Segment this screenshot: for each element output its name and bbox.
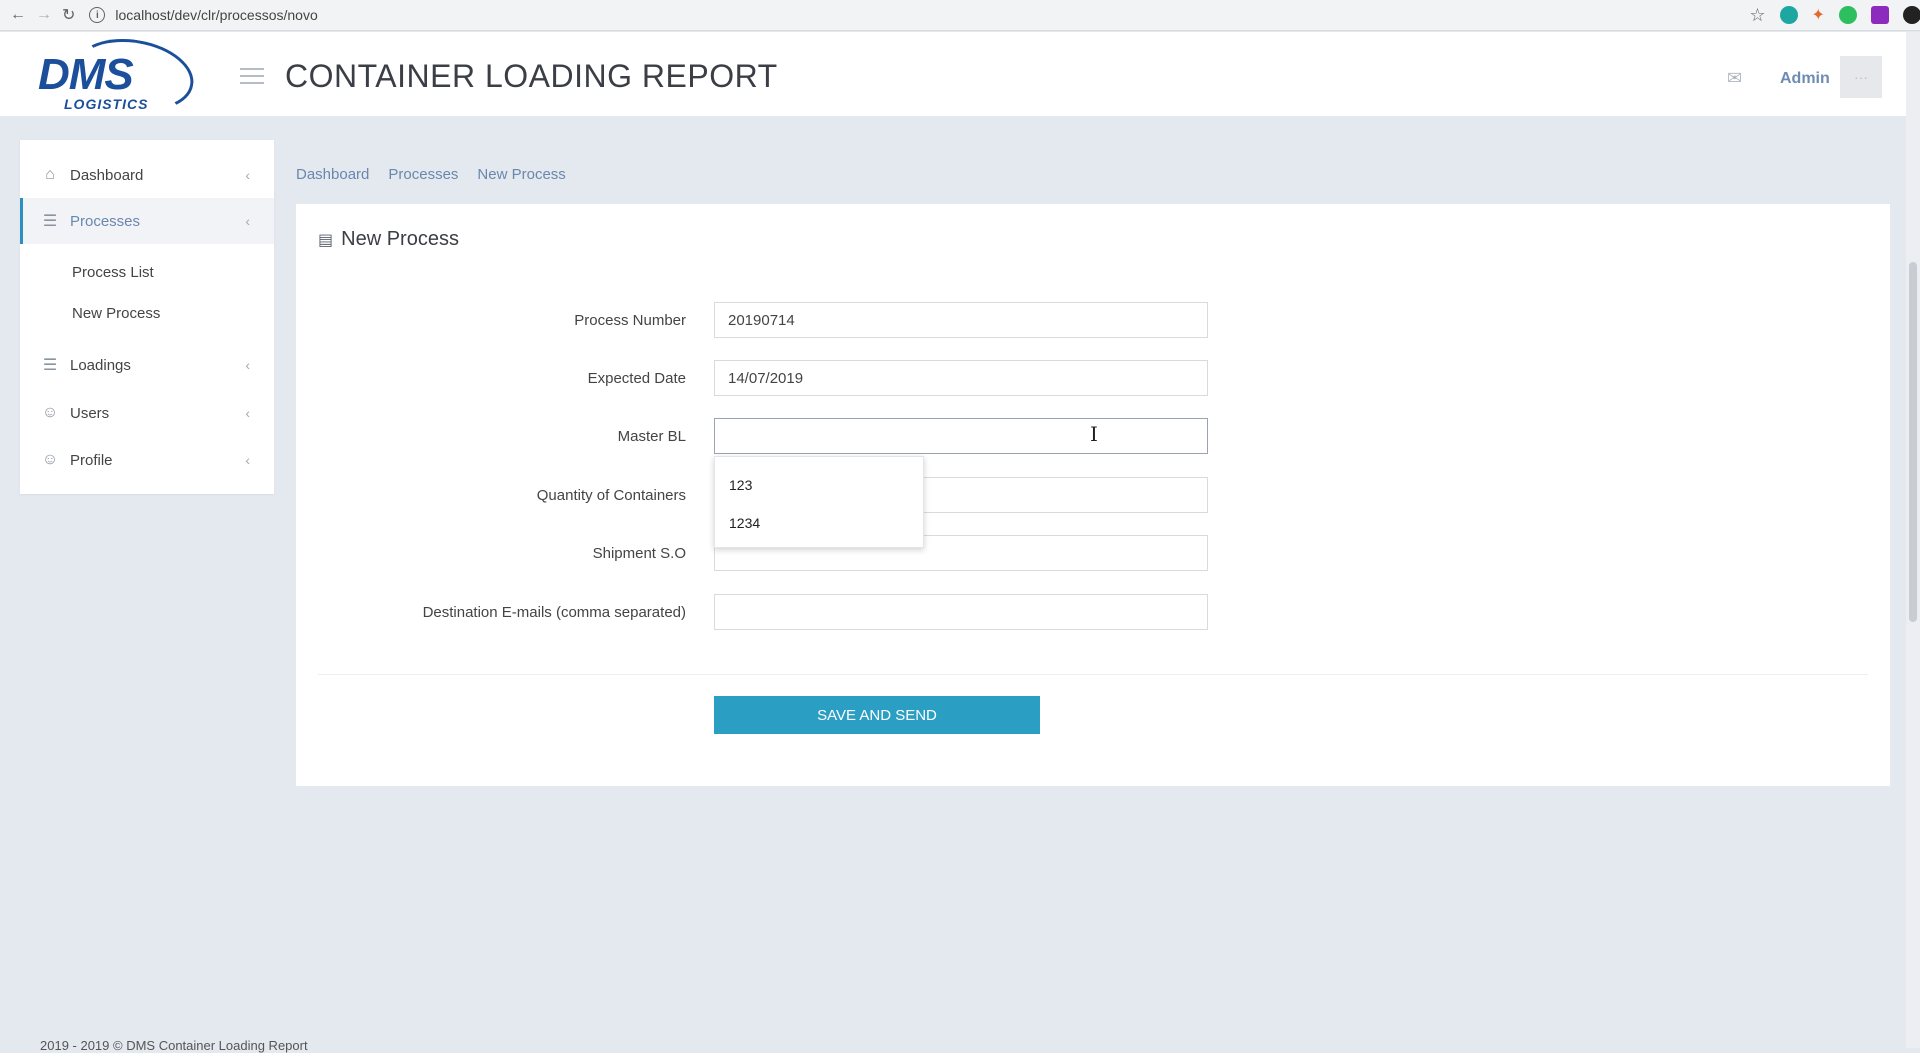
chevron-left-icon: ‹ bbox=[245, 213, 250, 229]
sidebar-item-label: Users bbox=[70, 404, 110, 422]
chevron-left-icon: ‹ bbox=[245, 357, 250, 373]
sidebar-item-label: Processes bbox=[70, 212, 141, 230]
app-header: DMS LOGISTICS CONTAINER LOADING REPORT ✉… bbox=[0, 30, 1920, 120]
panel-title: ▤ New Process bbox=[318, 228, 459, 251]
text-cursor-icon: I bbox=[1090, 422, 1098, 446]
sidebar-item-users[interactable]: ☺ Users ‹ bbox=[20, 390, 274, 436]
forward-icon[interactable]: → bbox=[36, 4, 52, 26]
reload-icon[interactable]: ↻ bbox=[62, 4, 75, 26]
extension-pin-icon[interactable]: ✦ bbox=[1812, 5, 1825, 25]
chevron-left-icon: ‹ bbox=[245, 452, 250, 468]
dms-logo[interactable]: DMS LOGISTICS bbox=[34, 30, 200, 120]
app-title: CONTAINER LOADING REPORT bbox=[285, 58, 778, 94]
form-divider bbox=[318, 674, 1868, 675]
list-icon: ☰ bbox=[42, 213, 58, 230]
inbox-icon[interactable]: ✉ bbox=[1727, 68, 1742, 89]
scrollbar-thumb[interactable] bbox=[1909, 262, 1917, 622]
breadcrumb-dashboard[interactable]: Dashboard bbox=[296, 166, 369, 183]
process-number-label: Process Number bbox=[574, 312, 686, 329]
destination-emails-label: Destination E-mails (comma separated) bbox=[422, 604, 686, 621]
breadcrumb-new-process[interactable]: New Process bbox=[477, 166, 565, 183]
logo-subtext: LOGISTICS bbox=[64, 96, 149, 112]
sidebar-subitem-new-process[interactable]: New Process bbox=[72, 305, 160, 322]
shipment-so-label: Shipment S.O bbox=[592, 545, 686, 562]
sidebar-item-label: Loadings bbox=[70, 356, 131, 374]
breadcrumb: Dashboard Processes New Process bbox=[296, 166, 566, 183]
extension-m-icon[interactable] bbox=[1779, 6, 1798, 24]
bookmark-star-icon[interactable]: ☆ bbox=[1749, 5, 1765, 26]
user-icon: ☺ bbox=[41, 451, 59, 468]
user-icon: ☺ bbox=[41, 404, 59, 421]
admin-user-link[interactable]: Admin bbox=[1780, 70, 1830, 88]
home-icon: ⌂ bbox=[45, 166, 55, 183]
save-and-send-button[interactable]: SAVE AND SEND bbox=[714, 696, 1040, 734]
expected-date-label: Expected Date bbox=[587, 370, 686, 387]
logo-text: DMS bbox=[38, 50, 134, 99]
browser-toolbar: ← → ↻ i localhost/dev/clr/processos/novo… bbox=[0, 0, 1920, 31]
info-icon[interactable]: i bbox=[89, 7, 106, 23]
breadcrumb-processes[interactable]: Processes bbox=[388, 166, 458, 183]
autocomplete-dropdown: 123 1234 bbox=[714, 456, 924, 548]
master-bl-label: Master BL bbox=[617, 428, 686, 445]
footer-text: 2019 - 2019 © DMS Container Loading Repo… bbox=[40, 1038, 308, 1053]
evernote-icon[interactable] bbox=[1838, 6, 1857, 24]
expected-date-input[interactable] bbox=[714, 360, 1208, 396]
list-icon: ☰ bbox=[42, 357, 58, 374]
sidebar-item-processes[interactable]: ☰ Processes ‹ bbox=[20, 198, 274, 244]
chevron-left-icon: ‹ bbox=[245, 167, 250, 183]
address-bar[interactable]: i localhost/dev/clr/processos/novo bbox=[89, 3, 1629, 27]
extension-purple-icon[interactable] bbox=[1870, 6, 1889, 24]
autocomplete-option[interactable]: 123 bbox=[729, 477, 752, 493]
autocomplete-option[interactable]: 1234 bbox=[729, 515, 760, 531]
sidebar-item-loadings[interactable]: ☰ Loadings ‹ bbox=[20, 342, 274, 388]
sidebar-item-dashboard[interactable]: ⌂ Dashboard ‹ bbox=[20, 152, 274, 198]
master-bl-input[interactable] bbox=[714, 418, 1208, 454]
sidebar-item-label: Dashboard bbox=[70, 166, 144, 184]
user-avatar[interactable]: ··· bbox=[1840, 56, 1882, 98]
chevron-left-icon: ‹ bbox=[245, 405, 250, 421]
quantity-containers-label: Quantity of Containers bbox=[536, 487, 686, 504]
panel-title-text: New Process bbox=[341, 228, 459, 250]
sidebar-item-profile[interactable]: ☺ Profile ‹ bbox=[20, 437, 274, 483]
process-number-input[interactable] bbox=[714, 302, 1208, 338]
hamburger-menu-icon[interactable] bbox=[240, 68, 264, 84]
sidebar-item-label: Profile bbox=[70, 451, 113, 469]
profile-avatar-icon[interactable] bbox=[1902, 6, 1920, 24]
new-process-panel: ▤ New Process Process Number Expected Da… bbox=[296, 204, 1890, 786]
page-scrollbar[interactable] bbox=[1906, 32, 1920, 1048]
back-icon[interactable]: ← bbox=[10, 4, 26, 26]
sidebar: ⌂ Dashboard ‹ ☰ Processes ‹ Process List… bbox=[20, 140, 274, 494]
url-text: localhost/dev/clr/processos/novo bbox=[115, 7, 318, 23]
list-icon: ▤ bbox=[318, 231, 334, 249]
destination-emails-input[interactable] bbox=[714, 594, 1208, 630]
sidebar-subitem-process-list[interactable]: Process List bbox=[72, 264, 154, 281]
